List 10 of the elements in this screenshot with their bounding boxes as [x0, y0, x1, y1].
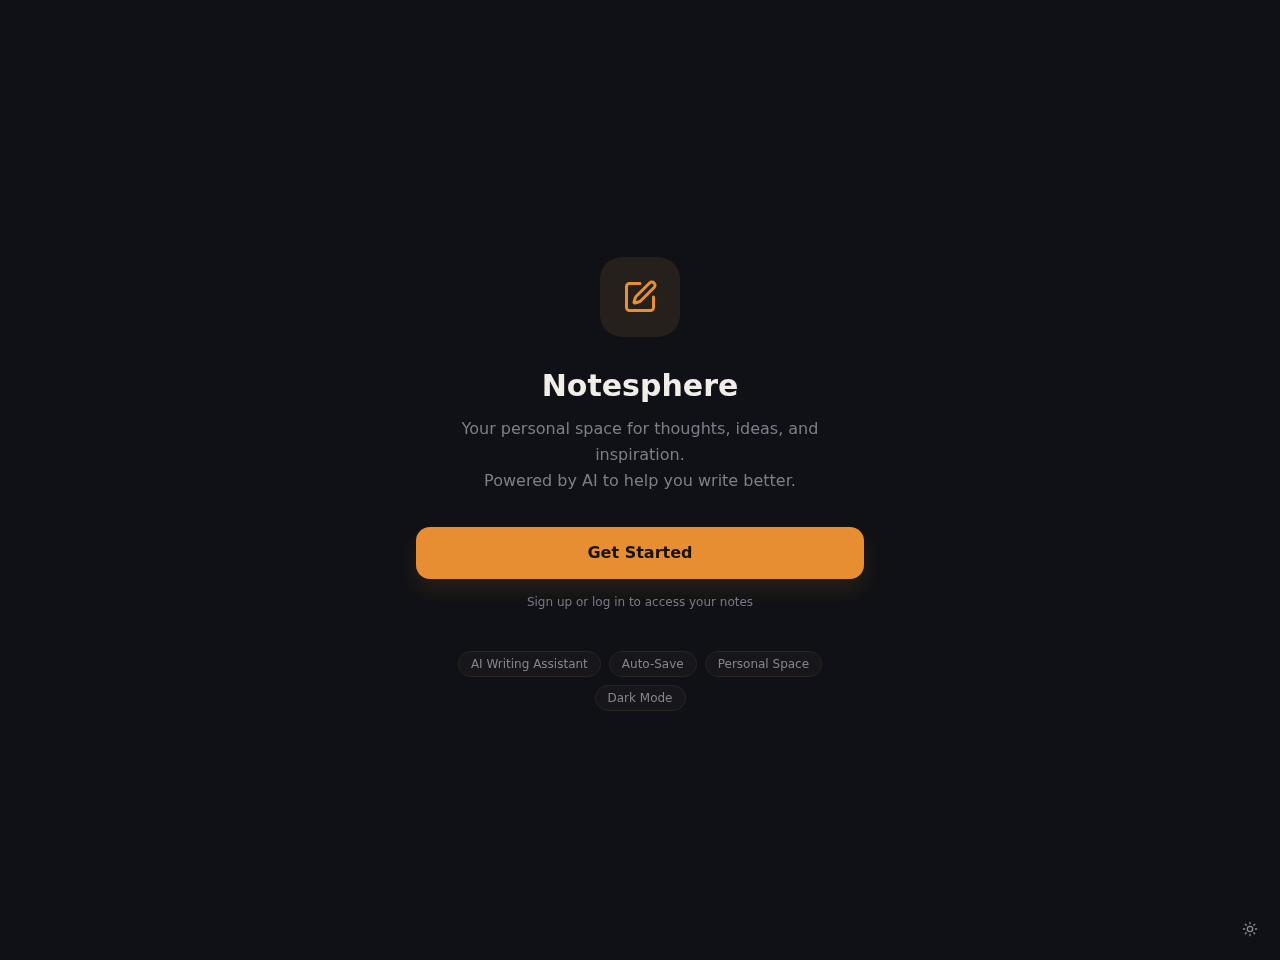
sun-icon[interactable] [1242, 921, 1258, 937]
feature-tag: Personal Space [704, 650, 823, 677]
feature-tag: Dark Mode [594, 684, 686, 711]
app-title: Notesphere [541, 367, 739, 404]
tagline-text: Powered by AI to help you write better. [484, 469, 796, 492]
get-started-button[interactable]: Get Started [416, 526, 864, 579]
sign-in-hint-text: Sign up or log in to access your notes [526, 593, 754, 610]
tagline-text: Your personal space for thoughts, ideas, and inspiration. [460, 417, 820, 466]
feature-tag: Auto-Save [608, 650, 697, 677]
feature-tag: AI Writing Assistant [457, 650, 601, 677]
